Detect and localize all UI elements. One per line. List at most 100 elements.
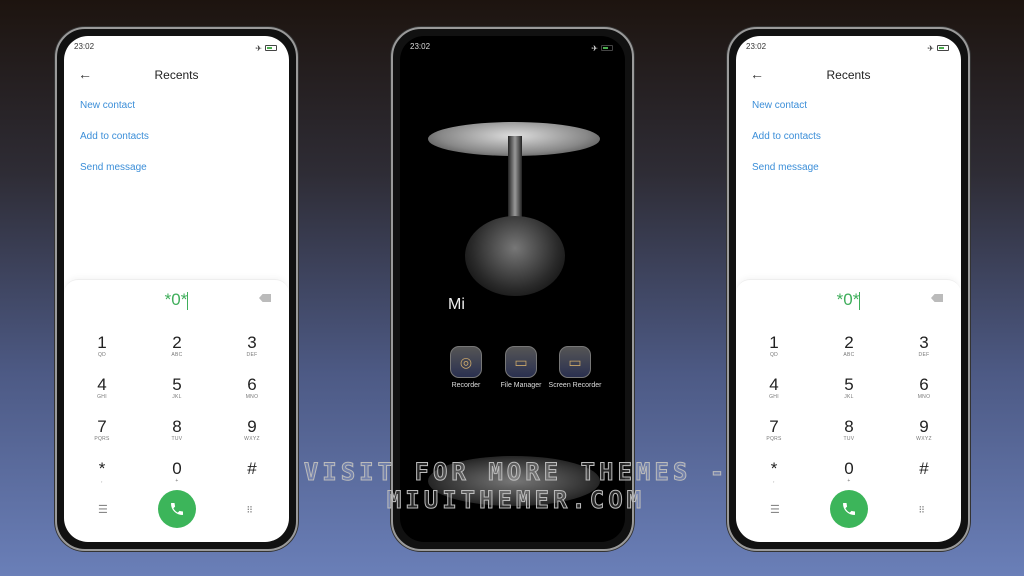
key-digit: 7 (97, 417, 107, 436)
new-contact-link[interactable]: New contact (752, 100, 807, 111)
key-letters: ABC (843, 352, 855, 358)
airplane-icon: ✈ (255, 43, 262, 53)
key-digit: 9 (919, 417, 929, 436)
airplane-icon: ✈ (591, 43, 598, 53)
key-letters: QD (769, 352, 779, 358)
video-camera-icon: ▭ (559, 346, 591, 378)
dial-input[interactable]: *0* (736, 290, 961, 310)
status-bar: 23:02 ✈ (74, 42, 277, 54)
app-screen-recorder[interactable]: ▭ Screen Recorder (547, 346, 603, 390)
key-digit: 9 (247, 417, 257, 436)
folder-title: Mi (448, 296, 465, 313)
key-letters: GHI (97, 394, 107, 400)
key-digit: 2 (844, 333, 854, 352)
dial-key-1[interactable]: 1 QD (72, 333, 132, 359)
key-letters: GHI (769, 394, 779, 400)
dial-key-2[interactable]: 2 ABC (147, 333, 207, 359)
dial-key-3[interactable]: 3 DEF (222, 333, 282, 359)
dial-key-6[interactable]: 6 MNO (894, 375, 954, 401)
dial-input-value: *0* (836, 290, 860, 309)
key-letters: MNO (245, 394, 259, 400)
key-digit: 4 (769, 375, 779, 394)
dial-key-7[interactable]: 7 PQRS (72, 417, 132, 443)
status-bar: 23:02 ✈ (746, 42, 949, 54)
header: ← Recents (64, 66, 289, 86)
app-recorder[interactable]: ◎ Recorder (438, 346, 494, 390)
key-letters: TUV (843, 436, 855, 442)
key-digit: 1 (97, 333, 107, 352)
app-file-manager[interactable]: ▭ File Manager (493, 346, 549, 390)
watermark: VISIT FOR MORE THEMES - MIUITHEMER.COM (303, 458, 729, 515)
page-title: Recents (826, 68, 871, 82)
add-to-contacts-link[interactable]: Add to contacts (752, 131, 821, 142)
dial-key-#[interactable]: # (894, 460, 954, 478)
dial-key-4[interactable]: 4 GHI (744, 375, 804, 401)
app-label: Screen Recorder (548, 382, 602, 389)
key-digit: 2 (172, 333, 182, 352)
battery-icon (265, 45, 277, 51)
send-message-link[interactable]: Send message (80, 162, 147, 173)
page-title: Recents (154, 68, 199, 82)
key-letters: WXYZ (244, 436, 260, 442)
app-label: Recorder (451, 382, 481, 389)
add-to-contacts-link[interactable]: Add to contacts (80, 131, 149, 142)
key-letters: , (101, 478, 103, 484)
dial-key-9[interactable]: 9 WXYZ (894, 417, 954, 443)
send-message-link[interactable]: Send message (752, 162, 819, 173)
key-letters: ABC (171, 352, 183, 358)
dial-key-6[interactable]: 6 MNO (222, 375, 282, 401)
key-digit: 4 (97, 375, 107, 394)
key-letters: WXYZ (916, 436, 932, 442)
key-digit: # (919, 459, 929, 478)
airplane-icon: ✈ (927, 43, 934, 53)
dial-key-2[interactable]: 2 ABC (819, 333, 879, 359)
folder-icon: ▭ (505, 346, 537, 378)
dial-input-value: *0* (164, 290, 188, 309)
key-letters: JKL (172, 394, 182, 400)
key-letters: PQRS (94, 436, 110, 442)
key-letters: PQRS (766, 436, 782, 442)
key-digit: 3 (247, 333, 257, 352)
dial-key-1[interactable]: 1 QD (744, 333, 804, 359)
wallpaper-lamp-body (465, 216, 565, 296)
key-digit: 8 (844, 417, 854, 436)
key-digit: * (98, 459, 106, 478)
key-digit: 3 (919, 333, 929, 352)
dial-key-*[interactable]: *, (72, 459, 132, 485)
key-digit: 6 (919, 375, 929, 394)
dial-key-5[interactable]: 5 JKL (819, 375, 879, 401)
dial-key-7[interactable]: 7 PQRS (744, 417, 804, 443)
dial-key-5[interactable]: 5 JKL (147, 375, 207, 401)
status-time: 23:02 (410, 42, 431, 51)
dial-input[interactable]: *0* (64, 290, 289, 310)
key-digit: 5 (172, 375, 182, 394)
key-letters: MNO (917, 394, 931, 400)
menu-icon[interactable]: ☰ (98, 503, 108, 516)
wallpaper-lamp-neck (508, 136, 522, 226)
key-letters: TUV (171, 436, 183, 442)
key-digit: 7 (769, 417, 779, 436)
dial-key-4[interactable]: 4 GHI (72, 375, 132, 401)
key-letters: DEF (918, 352, 930, 358)
dial-key-8[interactable]: 8 TUV (819, 417, 879, 443)
recorder-icon: ◎ (450, 346, 482, 378)
key-letters: QD (97, 352, 107, 358)
status-bar: 23:02 ✈ (410, 42, 613, 54)
key-digit: 8 (172, 417, 182, 436)
header: ← Recents (736, 66, 961, 86)
dial-key-9[interactable]: 9 WXYZ (222, 417, 282, 443)
app-label: File Manager (500, 382, 542, 389)
battery-icon (937, 45, 949, 51)
key-letters: JKL (844, 394, 854, 400)
key-digit: 5 (844, 375, 854, 394)
battery-icon (601, 45, 613, 51)
status-time: 23:02 (74, 42, 95, 51)
key-digit: 6 (247, 375, 257, 394)
dial-key-8[interactable]: 8 TUV (147, 417, 207, 443)
status-time: 23:02 (746, 42, 767, 51)
dial-key-3[interactable]: 3 DEF (894, 333, 954, 359)
key-letters: DEF (246, 352, 258, 358)
dialpad-toggle-icon[interactable]: ⠿ (918, 505, 925, 516)
key-digit: 1 (769, 333, 779, 352)
new-contact-link[interactable]: New contact (80, 100, 135, 111)
